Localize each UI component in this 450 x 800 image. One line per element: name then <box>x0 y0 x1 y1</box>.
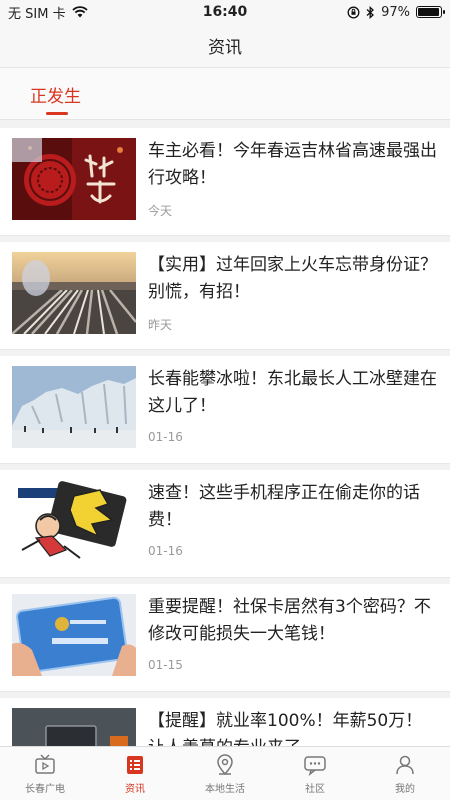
tab-news[interactable]: 资讯 <box>90 747 180 800</box>
tv-icon <box>35 753 55 774</box>
category-tab-bar: 正发生 <box>0 68 450 120</box>
tab-community[interactable]: 社区 <box>270 747 360 800</box>
tab-mine[interactable]: 我的 <box>360 747 450 800</box>
tab-changchun-broadcast[interactable]: 长春广电 <box>0 747 90 800</box>
chat-bubble-icon <box>304 755 326 776</box>
news-date: 昨天 <box>148 318 173 332</box>
news-list[interactable]: 车主必看！今年春运吉林省高速最强出行攻略！ 今天 【实用】过年回家上火车忘带身份… <box>0 128 450 746</box>
new-year-papercut-image <box>12 138 136 220</box>
bottom-tab-label: 社区 <box>305 783 325 795</box>
cartoon-phone-image <box>12 480 136 562</box>
train-station-image <box>12 252 136 334</box>
news-title: 【实用】过年回家上火车忘带身份证？别慌，有招！ <box>148 255 437 302</box>
news-title: 长春能攀冰啦！东北最长人工冰壁建在这儿了！ <box>148 369 437 416</box>
ice-wall-image <box>12 366 136 448</box>
tab-local-life[interactable]: 本地生活 <box>180 747 270 800</box>
battery-icon <box>416 6 445 18</box>
bottom-tab-bar: 长春广电 资讯 本地生活 社区 我的 <box>0 746 450 800</box>
list-icon <box>127 755 143 774</box>
tab-active-indicator <box>46 112 68 115</box>
news-date: 01-16 <box>148 430 183 444</box>
page-title: 资讯 <box>208 38 242 58</box>
news-title: 车主必看！今年春运吉林省高速最强出行攻略！ <box>148 141 437 188</box>
list-item[interactable]: 速查！这些手机程序正在偷走你的话费！ 01-16 <box>0 470 450 578</box>
status-time: 16:40 <box>202 4 248 20</box>
news-date: 01-15 <box>148 658 183 672</box>
list-item[interactable]: 【实用】过年回家上火车忘带身份证？别慌，有招！ 昨天 <box>0 242 450 350</box>
desk-laptop-image <box>12 708 136 746</box>
status-bar: 无 SIM 卡 16:40 97% <box>0 0 450 24</box>
bottom-tab-label: 我的 <box>395 783 415 795</box>
list-item[interactable]: 车主必看！今年春运吉林省高速最强出行攻略！ 今天 <box>0 128 450 236</box>
list-item[interactable]: 重要提醒！社保卡居然有3个密码？不修改可能损失一大笔钱！ 01-15 <box>0 584 450 692</box>
bottom-tab-label: 长春广电 <box>25 783 65 795</box>
bottom-tab-label: 本地生活 <box>205 783 245 795</box>
location-pin-icon <box>217 753 233 775</box>
news-title: 重要提醒！社保卡居然有3个密码？不修改可能损失一大笔钱！ <box>148 597 431 644</box>
nav-bar: 资讯 <box>0 24 450 68</box>
tab-zhengfasheng[interactable]: 正发生 <box>30 82 81 107</box>
news-title: 【提醒】就业率100%！年薪50万！让人羡慕的专业来了 <box>148 711 423 746</box>
bottom-tab-label: 资讯 <box>125 783 145 795</box>
user-icon <box>396 755 414 774</box>
social-security-card-image <box>12 594 136 676</box>
list-item[interactable]: 【提醒】就业率100%！年薪50万！让人羡慕的专业来了 <box>0 698 450 746</box>
battery-fill <box>418 8 440 16</box>
news-title: 速查！这些手机程序正在偷走你的话费！ <box>148 483 420 530</box>
news-date: 今天 <box>148 204 173 218</box>
list-item[interactable]: 长春能攀冰啦！东北最长人工冰壁建在这儿了！ 01-16 <box>0 356 450 464</box>
news-date: 01-16 <box>148 544 183 558</box>
